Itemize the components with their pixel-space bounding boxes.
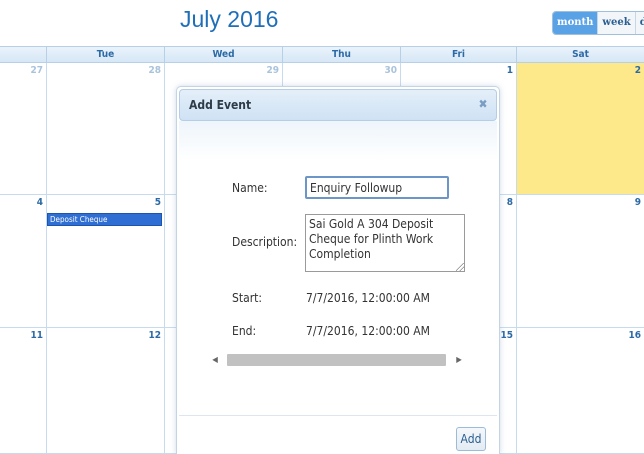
description-label: Description: xyxy=(232,235,298,249)
day-number: 16 xyxy=(628,330,641,341)
weekday-header: Sat xyxy=(516,47,644,62)
dialog-header-gradient xyxy=(179,121,497,161)
day-number: 27 xyxy=(30,65,43,76)
scroll-right-icon[interactable]: ▶ xyxy=(451,352,467,368)
day-number: 4 xyxy=(36,197,43,208)
end-value: 7/7/2016, 12:00:00 AM xyxy=(306,324,430,338)
day-number: 30 xyxy=(384,65,397,76)
description-input[interactable]: Sai Gold A 304 Deposit Cheque for Plinth… xyxy=(305,214,465,272)
day-cell[interactable]: 28 xyxy=(46,63,164,195)
day-number: 8 xyxy=(506,197,513,208)
name-label: Name: xyxy=(232,181,268,195)
weekday-header: Thu xyxy=(282,47,400,62)
dialog-divider xyxy=(179,415,497,416)
add-event-dialog: Add Event ✖ Name: Description: Sai Gold … xyxy=(176,86,500,454)
resize-handle-icon[interactable] xyxy=(456,263,464,271)
day-cell[interactable]: 16 xyxy=(516,328,644,454)
day-number: 12 xyxy=(148,330,161,341)
start-value: 7/7/2016, 12:00:00 AM xyxy=(306,291,430,305)
horizontal-scrollbar[interactable]: ◀ ▶ xyxy=(207,352,467,368)
day-number: 28 xyxy=(148,65,161,76)
start-label: Start: xyxy=(232,291,263,305)
name-input[interactable] xyxy=(305,176,449,199)
calendar-event[interactable]: Deposit Cheque xyxy=(47,213,162,226)
day-number: 11 xyxy=(30,330,43,341)
day-number: 29 xyxy=(266,65,279,76)
day-number: 5 xyxy=(154,197,161,208)
end-label: End: xyxy=(232,324,257,338)
day-view-button[interactable]: day xyxy=(634,12,644,34)
day-cell[interactable]: 27 xyxy=(0,63,46,195)
dialog-title: Add Event xyxy=(189,98,252,112)
calendar-title: July 2016 xyxy=(180,6,279,32)
close-icon[interactable]: ✖ xyxy=(477,98,489,110)
day-cell[interactable]: 12 xyxy=(46,328,164,454)
today-cell[interactable]: 2 xyxy=(516,63,644,195)
view-switch: month week day xyxy=(552,11,644,35)
weekday-header: Fri xyxy=(400,47,516,62)
day-cell[interactable]: 4 xyxy=(0,195,46,328)
day-number: 2 xyxy=(634,65,641,76)
day-cell[interactable]: 9 xyxy=(516,195,644,328)
week-view-button[interactable]: week xyxy=(597,12,634,34)
day-number: 1 xyxy=(506,65,513,76)
day-number: 15 xyxy=(500,330,513,341)
scrollbar-thumb[interactable] xyxy=(227,354,446,366)
weekday-header: Wed xyxy=(164,47,282,62)
day-cell[interactable]: 11 xyxy=(0,328,46,454)
add-button[interactable]: Add xyxy=(456,427,486,451)
scroll-left-icon[interactable]: ◀ xyxy=(207,352,223,368)
month-view-button[interactable]: month xyxy=(553,12,598,34)
weekday-header-row: Tue Wed Thu Fri Sat xyxy=(0,46,644,63)
weekday-header: Tue xyxy=(46,47,164,62)
dialog-header[interactable]: Add Event ✖ xyxy=(179,89,497,121)
day-number: 9 xyxy=(634,197,641,208)
